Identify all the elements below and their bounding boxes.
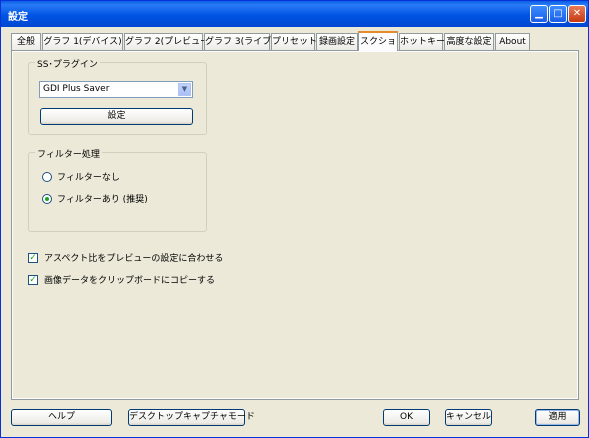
filter-none-label: フィルターなし [57,173,120,183]
filter-legend: フィルター処理 [35,147,102,160]
minimize-icon: ▁ [535,8,543,19]
settings-window: 設定 ▁ □ ✕ 全般 グラフ 1(デバイス) グラフ 2(プレビュー) グラフ… [0,0,589,438]
aspect-ratio-label: アスペクト比をプレビューの設定に合わせる [44,254,224,264]
title-bar[interactable]: 設定 ▁ □ ✕ [1,1,588,27]
plugin-settings-button[interactable]: 設定 [40,108,193,125]
apply-button[interactable]: 適用 [535,409,580,426]
tab-graph1[interactable]: グラフ 1(デバイス) [42,33,123,50]
tab-label: ホットキー [400,37,446,47]
tab-general[interactable]: 全般 [11,33,41,50]
ok-button[interactable]: OK [383,409,430,426]
chevron-down-icon[interactable]: ▼ [178,83,191,96]
window-title: 設定 [8,12,28,23]
minimize-button[interactable]: ▁ [530,5,548,23]
cancel-button[interactable]: キャンセル [445,409,492,426]
help-button[interactable]: ヘルプ [11,409,112,426]
clipboard-copy-label: 画像データをクリップボードにコピーする [44,276,216,286]
radio-button[interactable] [42,171,52,182]
filter-recommended-label: フィルターあり (推奨) [57,195,148,205]
ss-plugin-legend: SS･プラグイン [35,57,100,70]
tab-advanced[interactable]: 高度な設定 [444,33,494,50]
tab-label: スクショ [359,37,396,47]
close-button[interactable]: ✕ [568,5,586,23]
tab-label: 録画設定 [318,37,355,47]
tab-label: プリセット [272,37,318,47]
maximize-button[interactable]: □ [549,5,567,23]
aspect-ratio-checkbox[interactable]: ✓ アスペクト比をプレビューの設定に合わせる [28,251,223,264]
radio-button-selected[interactable] [42,193,52,204]
tab-label: About [499,37,526,47]
clipboard-copy-checkbox[interactable]: ✓ 画像データをクリップボードにコピーする [28,273,215,286]
ss-plugin-select[interactable]: GDI Plus Saver ▼ [39,81,193,98]
tab-hotkey[interactable]: ホットキー [399,33,446,50]
tab-label: 高度な設定 [446,37,492,47]
tab-about[interactable]: About [495,33,530,50]
tab-label: グラフ 1(デバイス) [43,37,122,47]
checkbox-checked[interactable]: ✓ [28,274,38,285]
tab-screenshot[interactable]: スクショ [358,31,398,51]
checkbox-checked[interactable]: ✓ [28,252,38,263]
tab-label: グラフ 2(プレビュー) [125,37,213,47]
desktop-capture-button[interactable]: デスクトップキャプチャモード [128,409,255,426]
filter-recommended-radio[interactable]: フィルターあり (推奨) [42,192,148,205]
close-icon: ✕ [572,8,582,19]
tab-label: グラフ 3(ライブ) [205,37,275,47]
tab-recording[interactable]: 録画設定 [316,33,358,50]
filter-none-radio[interactable]: フィルターなし [42,170,120,183]
tab-preset[interactable]: プリセット [271,33,318,50]
tab-graph3[interactable]: グラフ 3(ライブ) [204,33,275,50]
tab-graph2[interactable]: グラフ 2(プレビュー) [124,33,213,50]
maximize-icon: □ [553,8,563,19]
tab-label: 全般 [16,37,35,47]
ss-plugin-selected: GDI Plus Saver [43,84,110,94]
